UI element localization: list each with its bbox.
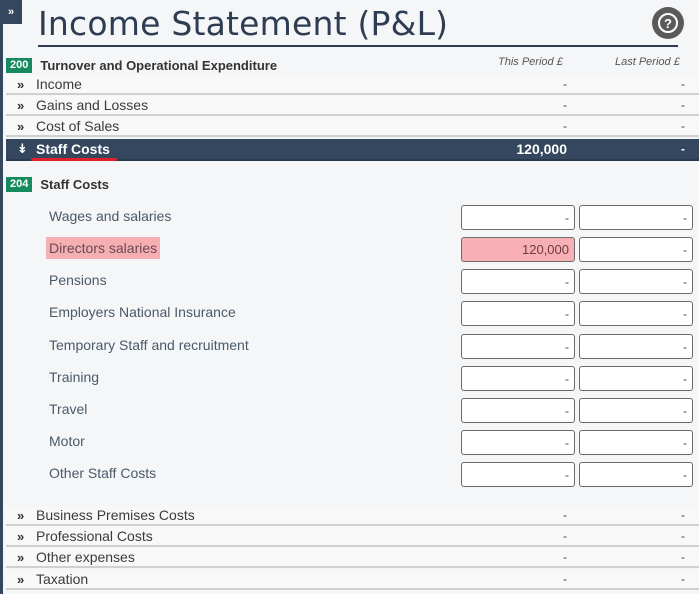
subsection-title: Staff Costs [40,176,109,192]
section-code-badge: 200 [6,57,33,73]
column-header-this-period: This Period £ [498,56,563,68]
chevron-double-right-icon: » [17,97,25,113]
section-title: Turnover and Operational Expenditure [40,57,278,73]
category-label: Staff Costs [36,141,110,157]
this-period-value: - [563,529,567,543]
line-item-label: Travel [49,401,88,417]
last-period-value: - [681,572,685,586]
category-label: Taxation [36,571,89,587]
chevron-double-right-icon: » [17,549,25,565]
this-period-value: - [563,77,567,91]
this-period-input[interactable] [461,205,575,230]
subsection-code-badge: 204 [6,176,33,192]
category-label: Cost of Sales [36,118,120,134]
category-label: Business Premises Costs [36,507,195,523]
column-header-last-period: Last Period £ [615,56,680,68]
category-row-business-premises-costs[interactable]: » Business Premises Costs - - [6,506,699,526]
category-row-gains-and-losses[interactable]: » Gains and Losses - - [6,96,699,116]
page-title: Income Statement (P&L) [38,4,449,43]
chevron-double-right-icon: » [17,571,25,587]
this-period-value: - [563,98,567,112]
this-period-value: - [563,550,567,564]
category-label: Income [36,76,82,92]
last-period-value: - [681,119,685,133]
subsection-header: 204 Staff Costs [6,175,109,193]
this-period-input[interactable] [461,269,575,294]
this-period-input[interactable] [461,398,575,423]
line-item-label: Pensions [49,272,107,288]
annotation-underline [31,158,117,161]
last-period-input[interactable] [579,301,693,326]
last-period-input[interactable] [579,237,693,262]
section-header: 200 Turnover and Operational Expenditure [6,56,277,74]
this-period-input-highlighted[interactable] [461,237,575,262]
this-period-value: - [563,508,567,522]
line-item-label-highlighted: Directors salaries [46,237,161,259]
help-button[interactable]: ? [652,7,684,39]
this-period-input[interactable] [461,462,575,487]
last-period-value: - [681,98,685,112]
last-period-input[interactable] [579,366,693,391]
last-period-value: - [681,508,685,522]
chevron-double-right-icon: » [17,507,25,523]
last-period-value: - [681,550,685,564]
category-label: Professional Costs [36,528,153,544]
line-item-label: Training [49,369,100,385]
this-period-value: - [563,572,567,586]
this-period-value: - [563,119,567,133]
last-period-input[interactable] [579,430,693,455]
title-divider [38,45,678,47]
question-mark-icon: ? [658,13,678,33]
category-row-other-expenses[interactable]: » Other expenses - - [6,548,699,568]
last-period-value: - [681,77,685,91]
sidebar-toggle-button[interactable]: » [0,0,22,24]
last-period-input[interactable] [579,462,693,487]
last-period-input[interactable] [579,269,693,294]
line-item-label: Employers National Insurance [49,304,236,320]
chevron-double-right-icon: » [17,118,25,134]
category-label: Gains and Losses [36,97,149,113]
this-period-input[interactable] [461,430,575,455]
this-period-input[interactable] [461,301,575,326]
last-period-value: - [681,142,685,156]
chevron-double-right-icon: » [7,6,15,18]
this-period-input[interactable] [461,334,575,359]
category-label: Other expenses [36,549,135,565]
last-period-input[interactable] [579,398,693,423]
category-row-income[interactable]: » Income - - [6,75,699,95]
last-period-input[interactable] [579,334,693,359]
category-row-cost-of-sales[interactable]: » Cost of Sales - - [6,117,699,137]
line-item-label: Motor [49,433,85,449]
chevron-double-right-icon: » [17,76,25,92]
category-row-taxation[interactable]: » Taxation - - [6,570,699,590]
line-item-label: Other Staff Costs [49,465,157,481]
this-period-input[interactable] [461,366,575,391]
chevron-double-down-icon: ↡ [17,141,28,156]
line-item-label: Wages and salaries [49,208,172,224]
last-period-input[interactable] [579,205,693,230]
category-row-professional-costs[interactable]: » Professional Costs - - [6,527,699,547]
last-period-value: - [681,529,685,543]
line-item-label: Temporary Staff and recruitment [49,337,249,353]
this-period-value: 120,000 [516,141,567,157]
chevron-double-right-icon: » [17,528,25,544]
